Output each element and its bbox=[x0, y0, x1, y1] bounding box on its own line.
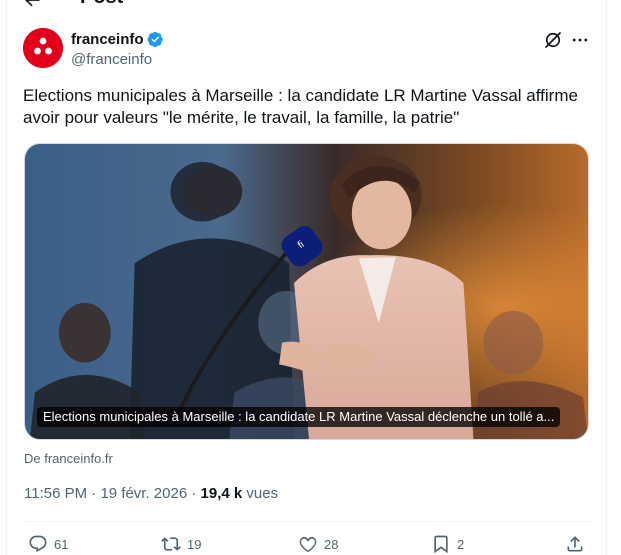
like-icon[interactable] bbox=[298, 534, 318, 554]
verified-badge-icon[interactable] bbox=[146, 31, 164, 48]
like-count: 28 bbox=[324, 536, 339, 552]
views-label: vues bbox=[242, 485, 279, 502]
author-row: franceinfo @franceinfo bbox=[23, 28, 593, 72]
action-bar: 61 19 28 2 bbox=[28, 534, 588, 555]
page-title: Post bbox=[80, 0, 123, 9]
reply-count: 61 bbox=[54, 536, 69, 552]
bookmark-count: 2 bbox=[457, 536, 465, 552]
reply-icon[interactable] bbox=[28, 534, 48, 554]
grok-icon[interactable] bbox=[543, 30, 563, 50]
back-arrow-icon[interactable] bbox=[22, 0, 42, 10]
reply-button[interactable]: 61 bbox=[28, 534, 68, 554]
share-button[interactable] bbox=[565, 534, 585, 554]
card-title[interactable]: Elections municipales à Marseille : la c… bbox=[37, 407, 561, 427]
franceinfo-logo-icon bbox=[23, 28, 63, 68]
repost-icon[interactable] bbox=[161, 534, 181, 554]
card-image: fi bbox=[25, 144, 588, 439]
post-header: Post bbox=[22, 0, 123, 14]
author-name-text[interactable]: franceinfo bbox=[71, 31, 144, 48]
author-handle[interactable]: @franceinfo bbox=[71, 51, 152, 68]
divider bbox=[24, 521, 591, 522]
like-button[interactable]: 28 bbox=[298, 534, 338, 554]
views-count: 19,4 k bbox=[200, 485, 243, 502]
post-time[interactable]: 11:56 PM bbox=[24, 485, 87, 502]
repost-button[interactable]: 19 bbox=[161, 534, 201, 554]
bookmark-icon[interactable] bbox=[431, 534, 451, 554]
avatar[interactable] bbox=[23, 28, 63, 68]
author-name[interactable]: franceinfo bbox=[71, 31, 164, 48]
repost-count: 19 bbox=[187, 536, 202, 552]
link-card[interactable]: fi Elections municipales à Marseille : l… bbox=[24, 143, 589, 440]
meta-separator-2: · bbox=[187, 485, 201, 502]
more-icon[interactable] bbox=[570, 30, 590, 50]
tweet-text: Elections municipales à Marseille : la c… bbox=[23, 86, 578, 127]
post-meta: 11:56 PM · 19 févr. 2026 · 19,4 k vues bbox=[24, 485, 278, 502]
share-icon[interactable] bbox=[565, 534, 585, 554]
post-date[interactable]: 19 févr. 2026 bbox=[100, 485, 187, 502]
bookmark-button[interactable]: 2 bbox=[431, 534, 464, 554]
meta-separator: · bbox=[87, 485, 101, 502]
card-source[interactable]: De franceinfo.fr bbox=[24, 451, 113, 466]
